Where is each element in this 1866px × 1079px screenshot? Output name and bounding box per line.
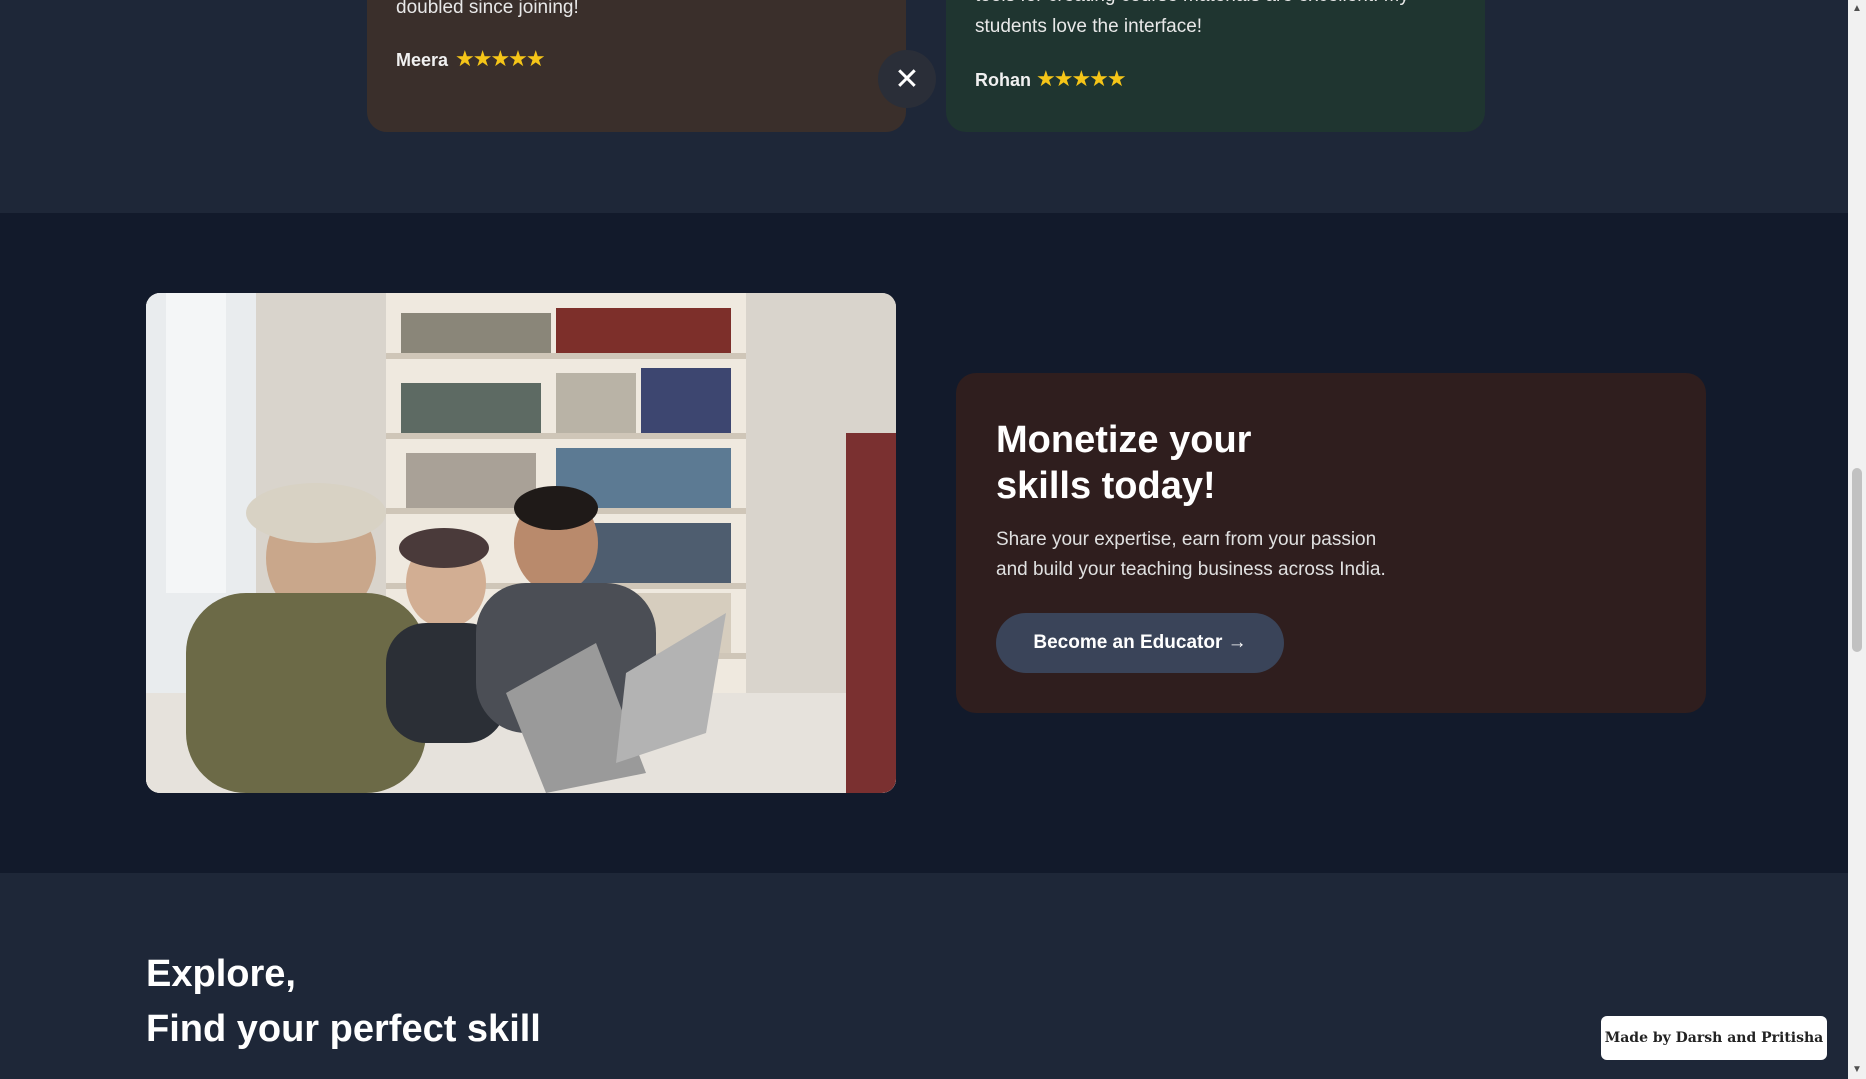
people-studying-image — [146, 293, 896, 793]
testimonial-author: Meera — [396, 50, 449, 70]
become-educator-button[interactable]: Become an Educator → — [996, 613, 1284, 673]
testimonial-text-line: students love the interface! — [975, 16, 1203, 37]
monetize-title: Monetize your skills today! — [996, 417, 1296, 509]
explore-section: Explore, Find your perfect skill — [0, 873, 1848, 1079]
scrollbar[interactable]: ▲ ▼ — [1848, 0, 1866, 1079]
monetize-description-line: and build your teaching business across … — [996, 559, 1386, 580]
testimonial-text: tools for creating course materials are … — [975, 0, 1445, 42]
monetize-description: Share your expertise, earn from your pas… — [996, 525, 1426, 585]
page: doubled since joining! Meera ★★★★★ tools… — [0, 0, 1848, 1079]
credit-badge: Made by Darsh and Pritisha — [1601, 1016, 1827, 1060]
close-button[interactable]: ✕ — [878, 50, 936, 108]
scrollbar-thumb[interactable] — [1852, 468, 1862, 652]
testimonial-text-line: doubled since joining! — [396, 0, 579, 18]
testimonial-card-rohan: tools for creating course materials are … — [946, 0, 1485, 132]
testimonial-text: doubled since joining! — [396, 0, 579, 23]
testimonial-author: Rohan — [975, 70, 1031, 90]
star-rating-icon: ★★★★★ — [1036, 66, 1127, 91]
monetize-section: Monetize your skills today! Share your e… — [0, 213, 1848, 873]
monetize-title-line: Monetize your — [996, 419, 1252, 461]
monetize-card: Monetize your skills today! Share your e… — [956, 373, 1706, 713]
monetize-description-line: Share your expertise, earn from your pas… — [996, 529, 1377, 550]
testimonials-section: doubled since joining! Meera ★★★★★ tools… — [0, 0, 1848, 213]
testimonial-text-line: tools for creating course materials are … — [975, 0, 1445, 11]
testimonial-card-meera: doubled since joining! Meera ★★★★★ — [367, 0, 906, 132]
explore-subheading: Find your perfect skill — [146, 1008, 541, 1050]
scroll-up-arrow-icon[interactable]: ▲ — [1848, 0, 1866, 18]
star-rating-icon: ★★★★★ — [455, 46, 546, 71]
scroll-down-arrow-icon[interactable]: ▼ — [1848, 1061, 1866, 1079]
classroom-photo — [146, 293, 896, 793]
monetize-title-line: skills today! — [996, 465, 1216, 507]
explore-heading: Explore, — [146, 953, 296, 995]
close-icon: ✕ — [894, 62, 920, 96]
